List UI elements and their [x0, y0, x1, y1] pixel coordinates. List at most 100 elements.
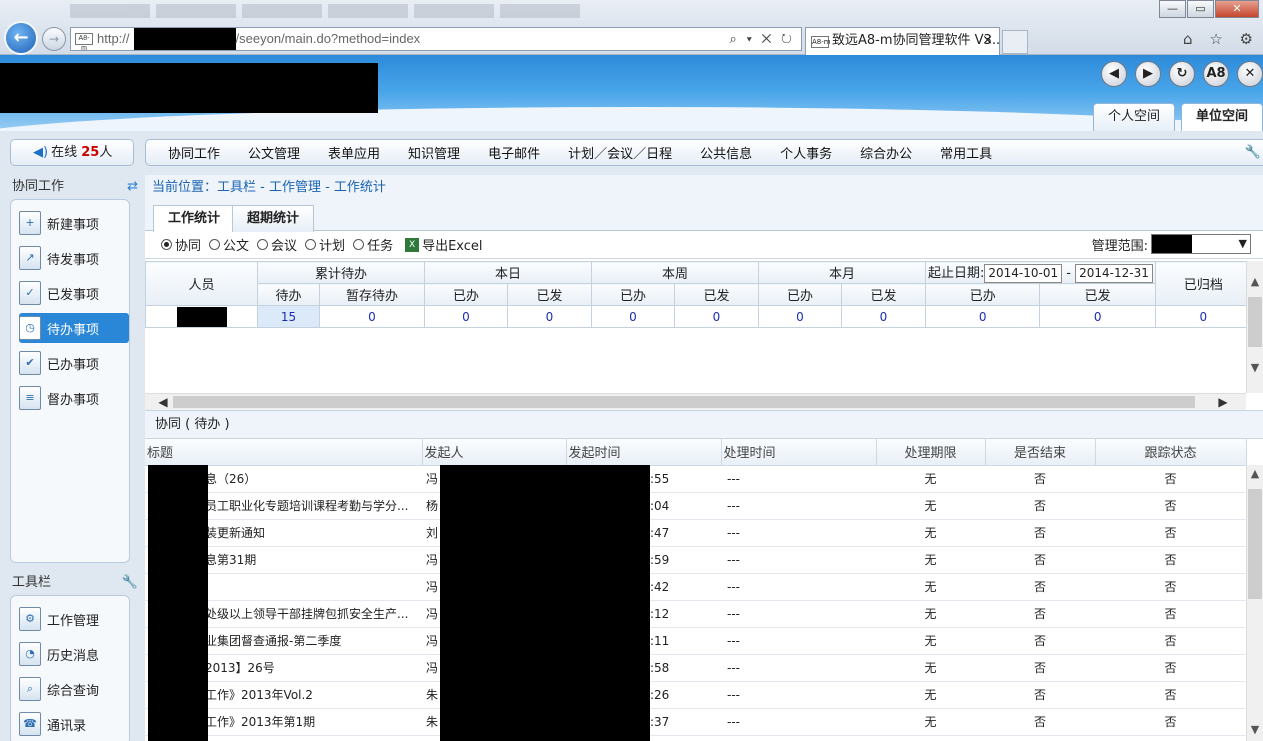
back-button[interactable]: ← — [4, 21, 38, 55]
swap-icon[interactable]: ⇄ — [127, 175, 138, 199]
stat-cell[interactable]: 0 — [319, 305, 425, 328]
scroll-right-icon[interactable]: ▶ — [1215, 394, 1231, 410]
query-icon: ⌕ — [19, 677, 41, 701]
date-to-input[interactable]: 2014-12-31 — [1075, 264, 1153, 283]
stat-cell[interactable]: 0 — [424, 305, 508, 328]
table-row[interactable]: 工作》2013年第1期朱:37 --- 无否否 — [145, 708, 1246, 736]
radio-plan[interactable]: 计划 — [305, 235, 345, 254]
stat-cell[interactable]: 0 — [591, 305, 675, 328]
sidebar-item-new[interactable]: + 新建事项 — [19, 208, 129, 238]
stat-cell[interactable]: 0 — [758, 305, 842, 328]
favicon-icon: A8-m — [75, 33, 93, 52]
stat-cell[interactable]: 15 — [257, 305, 320, 328]
stat-cell[interactable]: 0 — [841, 305, 926, 328]
tab-overdue-stats[interactable]: 超期统计 — [232, 205, 315, 232]
col-finished[interactable]: 是否结束 — [985, 439, 1096, 466]
table-row[interactable]: 2013】26号冯:58 --- 无否否 — [145, 654, 1246, 682]
table-row[interactable]: 处级以上领导干部挂牌包抓安全生产... 冯:12 --- 无否否 — [145, 600, 1246, 628]
menu-documents[interactable]: 公文管理 — [234, 143, 314, 162]
scroll-down-icon[interactable]: ▼ — [1247, 723, 1263, 736]
menu-tools[interactable]: 常用工具 — [926, 143, 1006, 162]
breadcrumb-path[interactable]: 工具栏 - 工作管理 - 工作统计 — [217, 180, 386, 195]
scroll-up-icon[interactable]: ▲ — [1247, 467, 1263, 480]
table-row[interactable]: 业集团督查通报-第二季度冯:11 --- 无否否 — [145, 627, 1246, 655]
stats-hscroll[interactable]: ◀ ▶ — [145, 393, 1246, 410]
stat-cell[interactable]: 0 — [924, 305, 1041, 328]
tab-work-stats[interactable]: 工作统计 — [153, 205, 236, 232]
address-bar-icons[interactable]: ⌕ ▾ ✕ ↻ — [730, 28, 795, 50]
tab-close-icon[interactable]: × — [982, 28, 993, 54]
tab-unit-space[interactable]: 单位空间 — [1180, 103, 1263, 131]
export-excel-button[interactable]: X 导出Excel — [405, 235, 483, 254]
sidebar-item-contacts[interactable]: ☎ 通讯录 — [19, 709, 129, 739]
sidebar-item-pending-send[interactable]: ↗ 待发事项 — [19, 243, 129, 273]
menu-collab[interactable]: 协同工作 — [154, 143, 234, 162]
radio-document[interactable]: 公文 — [209, 235, 249, 254]
tab-personal-space[interactable]: 个人空间 — [1092, 103, 1175, 131]
col-title[interactable]: 标题 — [145, 439, 423, 466]
radio-dot — [209, 239, 221, 250]
scope-select[interactable]: ▼ — [1151, 234, 1251, 254]
sidebar-item-sent[interactable]: ✓ 已发事项 — [19, 278, 129, 308]
wrench-icon[interactable]: 🔧 — [1245, 145, 1261, 160]
forward-button[interactable]: → — [42, 27, 66, 51]
stat-cell[interactable]: 0 — [1154, 305, 1252, 328]
close-window-button[interactable]: ✕ — [1215, 0, 1259, 18]
col-tracking[interactable]: 跟踪状态 — [1095, 439, 1247, 466]
table-row[interactable]: 息（26）冯:55 --- 无否否 — [145, 465, 1246, 493]
refresh-icon[interactable]: ↻ — [1169, 61, 1195, 87]
maximize-button[interactable]: ▭ — [1187, 0, 1214, 18]
forward-nav-icon[interactable]: ▶ — [1135, 61, 1161, 87]
sidebar-item-label: 通讯录 — [47, 718, 87, 734]
list-vscroll[interactable]: ▲ ▼ — [1246, 465, 1263, 741]
table-row[interactable]: 员工职业化专题培训课程考勤与学分... 杨:04 --- 无否否 — [145, 492, 1246, 520]
sidebar-item-work-manage[interactable]: ⚙ 工作管理 — [19, 604, 129, 634]
stat-cell[interactable]: 0 — [674, 305, 759, 328]
space-tabs: 个人空间 单位空间 — [1092, 103, 1263, 131]
menu-forms[interactable]: 表单应用 — [314, 143, 394, 162]
scroll-up-icon[interactable]: ▲ — [1247, 275, 1263, 288]
stat-cell[interactable]: 0 — [507, 305, 592, 328]
menu-email[interactable]: 电子邮件 — [474, 143, 554, 162]
menu-knowledge[interactable]: 知识管理 — [394, 143, 474, 162]
col-start-time[interactable]: 发起时间 — [566, 439, 722, 466]
exit-icon[interactable]: ✕ — [1237, 61, 1263, 87]
col-limit[interactable]: 处理期限 — [876, 439, 986, 466]
radio-collab[interactable]: 协同 — [161, 235, 201, 254]
online-indicator[interactable]: ◀) 在线 25人 — [10, 139, 134, 166]
col-handle-time[interactable]: 处理时间 — [721, 439, 877, 466]
radio-meeting[interactable]: 会议 — [257, 235, 297, 254]
col-sender[interactable]: 发起人 — [422, 439, 567, 466]
date-from-input[interactable]: 2014-10-01 — [984, 264, 1063, 283]
table-row[interactable]: 装更新通知刘:47 --- 无否否 — [145, 519, 1246, 547]
menu-public-info[interactable]: 公共信息 — [686, 143, 766, 162]
browser-toolbar-icons[interactable]: ⌂ ☆ ⚙ — [1183, 30, 1259, 48]
scroll-left-icon[interactable]: ◀ — [155, 394, 171, 410]
sidebar-item-history[interactable]: ◔ 历史消息 — [19, 639, 129, 669]
a8-icon[interactable]: A8 — [1203, 61, 1229, 87]
scroll-thumb[interactable] — [1248, 489, 1262, 599]
address-bar[interactable]: A8-m http:// /seeyon/main.do?method=index… — [70, 27, 802, 52]
menu-plans[interactable]: 计划／会议／日程 — [554, 143, 686, 162]
scroll-thumb[interactable] — [173, 396, 1195, 408]
scroll-down-icon[interactable]: ▼ — [1247, 361, 1263, 374]
menu-office[interactable]: 综合办公 — [846, 143, 926, 162]
sidebar-item-supervise[interactable]: ≡ 督办事项 — [19, 383, 129, 413]
browser-tab[interactable]: A8-m 致远A8-m协同管理软件 V3... × — [805, 27, 1000, 55]
stat-cell[interactable]: 0 — [1039, 305, 1156, 328]
radio-task[interactable]: 任务 — [353, 235, 393, 254]
table-row[interactable]: 工作》2013年Vol.2 朱:26 --- 无否否 — [145, 681, 1246, 709]
sidebar-item-todo[interactable]: ◷ 待办事项 — [19, 313, 129, 343]
minimize-button[interactable]: — — [1159, 0, 1186, 18]
cell-track: 否 — [1095, 519, 1246, 547]
sidebar-item-done[interactable]: ✔ 已办事项 — [19, 348, 129, 378]
table-row[interactable]: 冯:42 --- 无否否 — [145, 573, 1246, 601]
stats-vscroll[interactable]: ▲ ▼ — [1246, 261, 1263, 393]
menu-personal[interactable]: 个人事务 — [766, 143, 846, 162]
scroll-thumb[interactable] — [1248, 297, 1262, 347]
wrench-icon[interactable]: 🔧 — [122, 571, 138, 595]
table-row[interactable]: 息第31期冯:59 --- 无否否 — [145, 546, 1246, 574]
new-tab-button[interactable] — [1002, 30, 1028, 54]
sidebar-item-query[interactable]: ⌕ 综合查询 — [19, 674, 129, 704]
back-nav-icon[interactable]: ◀ — [1101, 61, 1127, 87]
